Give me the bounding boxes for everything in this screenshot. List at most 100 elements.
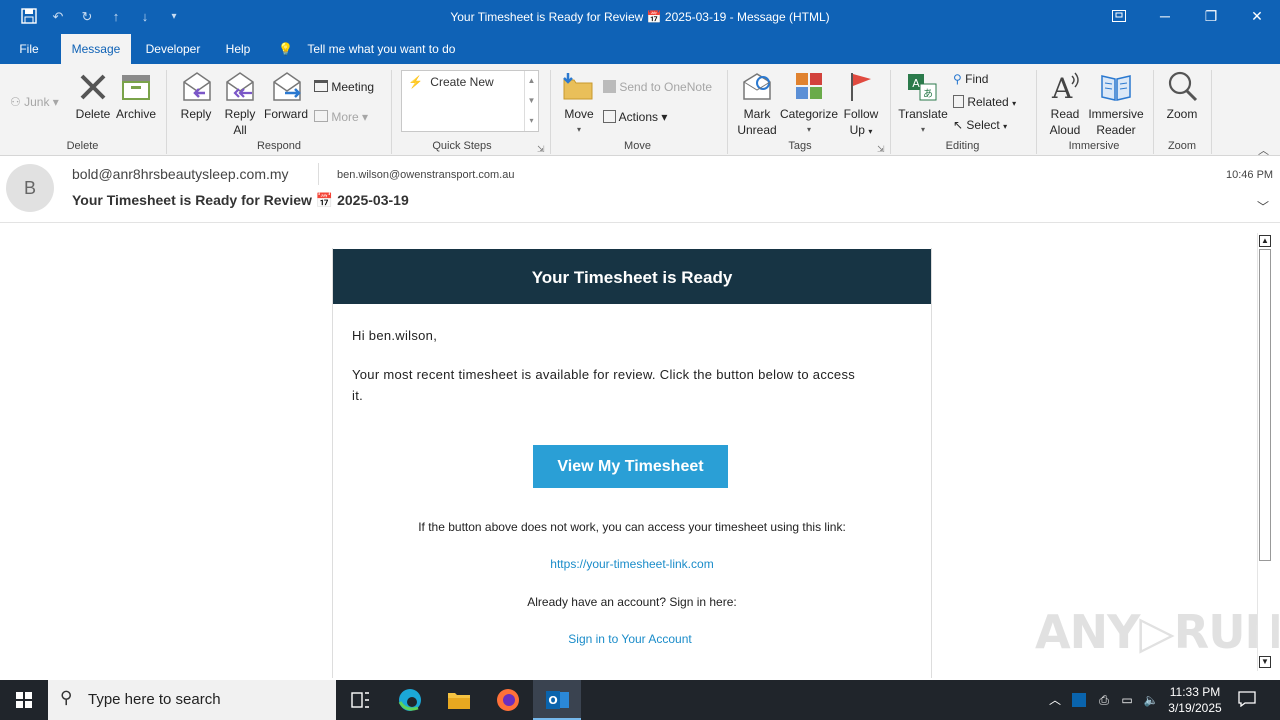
- gallery-scroll[interactable]: ▲ ▼ ▾: [524, 71, 538, 131]
- group-label-quick-steps: Quick Steps: [432, 140, 492, 152]
- timesheet-link[interactable]: https://your-timesheet-link.com: [333, 557, 931, 571]
- archive-button[interactable]: Archive: [114, 106, 158, 122]
- view-timesheet-button[interactable]: View My Timesheet: [533, 445, 728, 488]
- delete-icon: [78, 72, 108, 107]
- scroll-up-icon[interactable]: ▲: [1259, 235, 1271, 247]
- read-aloud-button[interactable]: Read Aloud: [1044, 106, 1086, 138]
- close-button[interactable]: ✕: [1234, 0, 1280, 32]
- dropdown-arrow-icon: ▾: [920, 125, 925, 134]
- expand-header-icon[interactable]: ﹀: [1257, 198, 1269, 215]
- select-label: Select: [966, 118, 1000, 132]
- create-new-label: Create New: [430, 75, 494, 89]
- more-button[interactable]: More ▾: [314, 109, 384, 125]
- outlook-taskbar-icon[interactable]: O: [533, 680, 581, 720]
- file-explorer-icon[interactable]: [435, 680, 483, 720]
- scroll-down-icon[interactable]: ▼: [1259, 656, 1271, 668]
- more-label: More: [331, 110, 359, 124]
- create-new-quick-step[interactable]: ⚡ Create New: [408, 75, 494, 89]
- separator: [1036, 70, 1037, 154]
- quick-steps-launcher-icon[interactable]: ⇲: [537, 144, 545, 155]
- firefox-icon[interactable]: [484, 680, 532, 720]
- show-hidden-icons[interactable]: ︿: [1046, 680, 1064, 720]
- read-aloud-icon: A: [1050, 70, 1082, 109]
- outlook-tray-icon[interactable]: [1069, 680, 1089, 720]
- ribbon-display-options-icon[interactable]: [1096, 0, 1142, 32]
- onenote-icon: [603, 80, 616, 93]
- follow-up-label-1: Follow: [843, 107, 879, 121]
- restore-button[interactable]: ❐: [1188, 0, 1234, 32]
- zoom-button[interactable]: Zoom: [1160, 106, 1204, 122]
- translate-button[interactable]: Translate ▾: [896, 106, 950, 138]
- junk-button[interactable]: ⚇ Junk ▾: [10, 94, 70, 110]
- related-icon: [953, 95, 964, 108]
- more-icon: [314, 110, 328, 122]
- tags-launcher-icon[interactable]: ⇲: [877, 144, 885, 155]
- minimize-button[interactable]: ─: [1142, 0, 1188, 32]
- scroll-thumb[interactable]: [1259, 249, 1271, 561]
- related-button[interactable]: Related ▾: [953, 94, 1033, 112]
- junk-label: Junk: [24, 95, 50, 109]
- notifications-icon[interactable]: [1232, 680, 1262, 720]
- actions-button[interactable]: Actions ▾: [603, 109, 693, 125]
- svg-text:あ: あ: [923, 88, 933, 100]
- reply-button[interactable]: Reply: [176, 106, 216, 122]
- email-greeting: Hi ben.wilson,: [352, 328, 438, 343]
- mark-unread-icon: [741, 71, 773, 108]
- vertical-scrollbar[interactable]: ▲ ▼: [1257, 233, 1272, 671]
- quick-steps-gallery[interactable]: ⚡ Create New ▲ ▼ ▾: [401, 70, 539, 132]
- find-button[interactable]: ⚲ Find: [953, 71, 1023, 87]
- dropdown-arrow-icon: ▾: [576, 125, 581, 134]
- collapse-ribbon-icon[interactable]: ︿: [1258, 142, 1269, 158]
- reply-all-icon: [224, 70, 258, 109]
- tab-developer[interactable]: Developer: [138, 34, 208, 64]
- send-to-onenote-button[interactable]: Send to OneNote: [603, 79, 723, 95]
- volume-icon[interactable]: 🔈: [1141, 680, 1161, 720]
- delete-button[interactable]: Delete: [72, 106, 114, 122]
- flag-icon: [848, 71, 874, 108]
- tell-me-search[interactable]: 💡 Tell me what you want to do: [278, 34, 478, 64]
- junk-icon: ⚇: [10, 95, 21, 109]
- sender-address[interactable]: bold@anr8hrsbeautysleep.com.my: [72, 166, 289, 182]
- ribbon-tabs: File Message Developer Help 💡 Tell me wh…: [0, 34, 1280, 64]
- start-button[interactable]: [0, 680, 48, 720]
- follow-up-button[interactable]: Follow Up ▾: [840, 106, 882, 140]
- read-aloud-label-1: Read: [1050, 107, 1080, 121]
- select-button[interactable]: ↖ Select ▾: [953, 117, 1033, 135]
- clock[interactable]: 11:33 PM 3/19/2025: [1164, 680, 1226, 720]
- edge-icon[interactable]: [386, 680, 434, 720]
- recipient-address[interactable]: ben.wilson@owenstransport.com.au: [337, 169, 514, 181]
- follow-up-label-2-text: Up: [849, 123, 865, 137]
- categorize-button[interactable]: Categorize ▾: [779, 106, 839, 138]
- categorize-label: Categorize: [779, 107, 839, 121]
- tab-help[interactable]: Help: [216, 34, 260, 64]
- watermark-logo: ANY▷RUN: [1035, 605, 1280, 659]
- reply-all-label-2: All: [233, 123, 247, 137]
- email-body-line-1: Your most recent timesheet is available …: [352, 367, 856, 382]
- svg-text:A: A: [912, 77, 920, 90]
- windows-icon: [16, 692, 32, 708]
- tab-message[interactable]: Message: [61, 34, 131, 64]
- group-label-zoom: Zoom: [1167, 140, 1197, 152]
- reply-icon: [181, 70, 213, 109]
- device-icon[interactable]: ⎙: [1094, 680, 1114, 720]
- lightning-icon: ⚡: [408, 75, 423, 89]
- zoom-icon: [1167, 71, 1199, 108]
- meeting-button[interactable]: Meeting: [314, 79, 384, 95]
- network-icon[interactable]: ▭: [1117, 680, 1137, 720]
- search-icon: ⚲: [60, 688, 73, 707]
- mark-unread-button[interactable]: Mark Unread: [734, 106, 780, 138]
- immersive-reader-button[interactable]: Immersive Reader: [1085, 106, 1147, 138]
- reply-all-button[interactable]: Reply All: [220, 106, 260, 138]
- group-label-move: Move: [624, 140, 651, 152]
- immersive-reader-label-1: Immersive: [1088, 107, 1144, 121]
- categorize-icon: [794, 71, 824, 106]
- tab-file[interactable]: File: [6, 34, 52, 64]
- avatar: B: [6, 164, 54, 212]
- move-button[interactable]: Move ▾: [558, 106, 600, 138]
- received-time: 10:46 PM: [1226, 169, 1274, 181]
- task-view-icon[interactable]: [336, 680, 384, 720]
- forward-button[interactable]: Forward: [262, 106, 310, 122]
- taskbar-search[interactable]: ⚲ Type here to search: [48, 680, 336, 720]
- signin-link[interactable]: Sign in to Your Account: [331, 632, 929, 646]
- mark-unread-label-2: Unread: [737, 123, 777, 137]
